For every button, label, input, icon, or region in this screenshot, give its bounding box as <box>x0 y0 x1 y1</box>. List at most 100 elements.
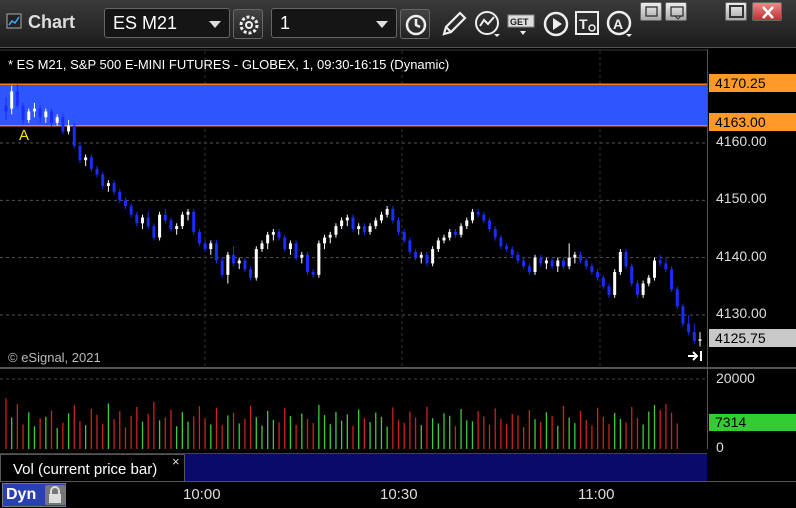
candle-body <box>266 234 270 244</box>
interval-selector[interactable]: 1 <box>271 8 397 38</box>
candle-body <box>573 254 577 258</box>
candle-body <box>158 214 162 238</box>
candle-body <box>21 105 25 121</box>
candle-body <box>294 243 298 258</box>
time-tick-label: 10:30 <box>380 486 418 503</box>
restore-button[interactable] <box>665 2 687 21</box>
candle-body <box>397 220 401 232</box>
candle-body <box>414 251 418 258</box>
candle-body <box>249 269 253 278</box>
candle-body <box>670 269 674 290</box>
volume-chart-svg[interactable] <box>0 369 707 449</box>
text-tool-icon[interactable]: T <box>572 8 604 40</box>
candle-body <box>539 257 543 264</box>
chevron-down-icon[interactable] <box>376 21 388 28</box>
candle-body <box>698 339 702 341</box>
candle-body <box>561 260 565 267</box>
candle-body <box>232 254 236 264</box>
play-icon[interactable] <box>540 8 572 40</box>
pencil-draw-icon[interactable] <box>438 8 470 40</box>
candle-body <box>345 217 349 221</box>
get-data-icon[interactable]: GET <box>506 8 538 40</box>
candle-body <box>488 220 492 229</box>
price-chart-svg[interactable]: A <box>0 51 707 369</box>
close-study-icon[interactable]: × <box>172 454 180 469</box>
zone-upper-price-tag: 4170.25 <box>709 74 796 92</box>
candle-body <box>550 260 554 267</box>
candle-body <box>533 257 537 272</box>
candle-body <box>260 243 264 250</box>
candle-body <box>135 214 139 224</box>
volume-panel[interactable] <box>0 369 707 449</box>
candle-body <box>522 260 526 267</box>
candle-body <box>32 108 36 112</box>
candle-body <box>652 260 656 278</box>
time-tick-label: 11:00 <box>578 486 615 503</box>
candle-body <box>527 266 531 272</box>
minimize-icon <box>645 6 658 17</box>
maximize-button[interactable] <box>725 2 747 21</box>
candle-body <box>687 323 691 333</box>
volume-axis[interactable]: 20000 7314 0 <box>707 369 796 455</box>
candle-body <box>180 214 184 227</box>
zone-lower-price-tag: 4163.00 <box>709 113 796 131</box>
chevron-down-icon[interactable] <box>209 21 221 28</box>
candle-body <box>186 211 190 215</box>
study-icon[interactable] <box>472 8 504 40</box>
candle-body <box>448 231 452 238</box>
candle-body <box>544 260 548 264</box>
candle-body <box>368 226 372 232</box>
time-axis[interactable]: Dyn 10:00 10:30 11:00 <box>0 481 796 508</box>
price-axis[interactable]: 4170.25 4163.00 4160.00 4150.00 4140.00 … <box>707 49 796 367</box>
candle-body <box>408 240 412 252</box>
candle-body <box>67 125 71 132</box>
price-panel[interactable]: A * ES M21, S&P 500 E-MINI FUTURES - GLO… <box>0 49 707 369</box>
candle-body <box>379 214 383 221</box>
candle-body <box>214 243 218 261</box>
symbol-settings-button[interactable] <box>233 9 263 39</box>
candle-body <box>601 277 605 287</box>
time-tick-label: 10:00 <box>183 486 221 503</box>
candle-body <box>328 234 332 238</box>
svg-text:T: T <box>579 16 588 32</box>
candle-body <box>425 254 429 264</box>
alert-icon[interactable]: A <box>604 8 636 40</box>
candle-body <box>613 272 617 295</box>
candle-body <box>78 145 82 161</box>
candle-body <box>516 254 520 261</box>
candle-body <box>152 226 156 238</box>
volume-study-label-box[interactable]: Vol (current price bar) × <box>0 454 185 482</box>
candle-body <box>641 283 645 295</box>
dynamic-mode-button[interactable]: Dyn <box>2 483 66 507</box>
candle-body <box>254 249 258 278</box>
price-tick-label: 4150.00 <box>716 190 767 206</box>
candle-body <box>664 263 668 270</box>
candle-body <box>305 254 309 272</box>
candle-body <box>351 217 355 229</box>
candle-body <box>146 217 150 227</box>
candle-body <box>584 260 588 267</box>
dynamic-mode-label: Dyn <box>6 486 37 503</box>
candle-body <box>567 257 571 267</box>
candle-body <box>385 208 389 215</box>
candle-body <box>647 277 651 284</box>
candle-body <box>505 246 509 250</box>
candle-body <box>141 217 145 224</box>
candle-body <box>482 214 486 221</box>
candle-body <box>163 214 167 221</box>
candle-body <box>499 237 503 247</box>
candle-body <box>340 220 344 227</box>
volume-tick-label: 0 <box>716 439 724 455</box>
svg-text:A: A <box>613 16 623 32</box>
interval-clock-button[interactable] <box>400 9 430 39</box>
close-window-button[interactable] <box>752 2 782 21</box>
window-title: Chart <box>28 12 76 32</box>
candle-body <box>436 240 440 250</box>
candle-body <box>419 254 423 258</box>
lock-icon[interactable] <box>45 485 65 505</box>
maximize-icon <box>729 5 744 18</box>
chart-area: A * ES M21, S&P 500 E-MINI FUTURES - GLO… <box>0 49 796 508</box>
symbol-selector[interactable]: ES M21 <box>104 8 230 38</box>
close-icon <box>762 6 774 19</box>
minimize-button[interactable] <box>640 2 662 21</box>
